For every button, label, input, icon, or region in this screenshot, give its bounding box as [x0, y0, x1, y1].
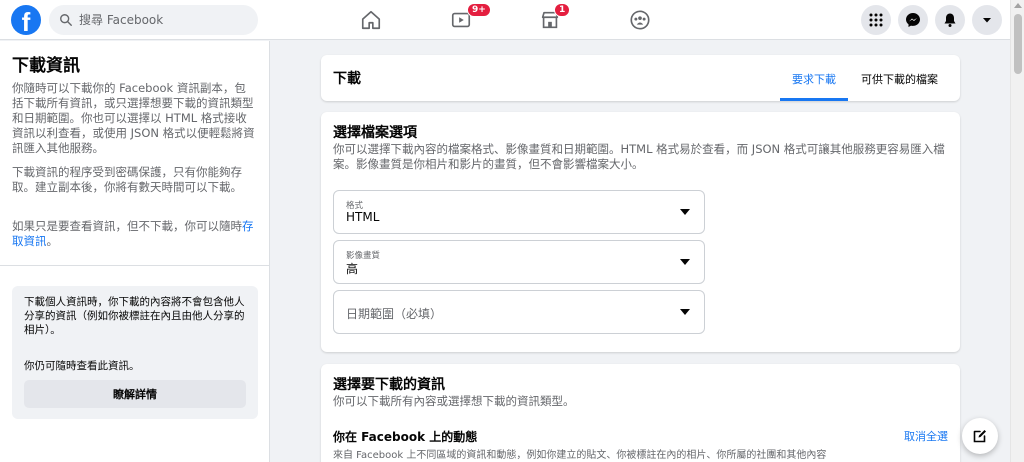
date-range-placeholder: 日期範圍（必填）: [346, 307, 443, 321]
messenger-icon: [906, 13, 920, 27]
sidebar-protection-text: 下載資訊的程序受到密碼保護，只有你能夠存取。建立副本後，你將有數天時間可以下載。: [12, 165, 242, 194]
caret-down-icon: [680, 309, 690, 315]
scroll-thumb[interactable]: [1014, 14, 1022, 74]
file-options-card: 選擇檔案選項 你可以選擇下載內容的檔案格式、影像畫質和日期範圍。HTML 格式易…: [321, 112, 960, 352]
info-box: 下載個人資訊時，你下載的內容將不會包含他人分享的資訊（例如你被標註在內且由他人分…: [12, 286, 258, 419]
notifications-button[interactable]: [935, 5, 965, 35]
search-icon: [60, 14, 72, 26]
select-info-card: 選擇要下載的資訊 你可以下載所有內容或選擇想下載的資訊類型。 你在 Facebo…: [321, 364, 960, 462]
menu-button[interactable]: [861, 5, 891, 35]
tab-available-files[interactable]: 可供下載的檔案: [861, 71, 938, 87]
search-bar[interactable]: [49, 5, 258, 35]
sidebar-title: 下載資訊: [12, 56, 80, 76]
page-title: 下載: [333, 71, 361, 87]
marketplace-badge: 1: [554, 3, 571, 17]
scroll-up-arrow-icon[interactable]: [1014, 3, 1022, 8]
nav-groups[interactable]: [610, 0, 670, 40]
new-message-button[interactable]: [962, 418, 998, 454]
sidebar-view-text: 如果只是要查看資訊，但不下載，你可以隨時存取資訊。: [12, 219, 257, 249]
active-tab-indicator: [780, 98, 848, 101]
image-quality-select[interactable]: 影像畫質 高: [333, 240, 705, 284]
tab-request-download[interactable]: 要求下載: [792, 71, 836, 87]
download-header-card: 下載 要求下載 可供下載的檔案: [321, 55, 960, 101]
facebook-logo[interactable]: f: [11, 5, 41, 35]
select-info-description: 你可以下載所有內容或選擇想下載的資訊類型。: [333, 394, 575, 408]
activity-section-description: 來自 Facebook 上不同區域的資訊和動態，例如你建立的貼文、你被標註在內的…: [333, 450, 827, 461]
search-input[interactable]: [79, 13, 239, 27]
info-box-text: 下載個人資訊時，你下載的內容將不會包含他人分享的資訊（例如你被標註在內且由他人分…: [24, 296, 245, 336]
chevron-down-icon: [983, 18, 991, 23]
nav-home[interactable]: [341, 0, 401, 40]
sidebar-view-prefix: 如果只是要查看資訊，但不下載，你可以隨時: [12, 219, 242, 233]
info-box-note: 你仍可隨時查看此資訊。: [24, 360, 140, 372]
groups-icon: [630, 10, 650, 30]
bell-icon: [944, 13, 956, 27]
format-value: HTML: [346, 210, 380, 224]
messenger-button[interactable]: [898, 5, 928, 35]
nav-marketplace[interactable]: 1: [520, 0, 580, 40]
account-button[interactable]: [972, 5, 1002, 35]
home-icon: [361, 10, 381, 30]
file-options-description: 你可以選擇下載內容的檔案格式、影像畫質和日期範圍。HTML 格式易於查看，而 J…: [333, 142, 945, 171]
top-navigation-bar: f 9+ 1: [0, 0, 1010, 40]
select-info-title: 選擇要下載的資訊: [333, 377, 445, 393]
page-scrollbar[interactable]: [1010, 0, 1024, 462]
nav-watch[interactable]: 9+: [431, 0, 491, 40]
file-options-title: 選擇檔案選項: [333, 125, 417, 141]
image-quality-value: 高: [346, 262, 359, 276]
sidebar-intro: 你隨時可以下載你的 Facebook 資訊副本，包括下載所有資訊，或只選擇想要下…: [12, 81, 255, 155]
left-sidebar: 下載資訊 你隨時可以下載你的 Facebook 資訊副本，包括下載所有資訊，或只…: [0, 41, 270, 462]
sidebar-divider: [0, 265, 270, 266]
date-range-select[interactable]: 日期範圍（必填）: [333, 290, 705, 334]
sidebar-view-suffix: 。: [46, 234, 59, 248]
format-select[interactable]: 格式 HTML: [333, 190, 705, 234]
caret-down-icon: [680, 209, 690, 215]
deselect-all-link[interactable]: 取消全選: [904, 428, 948, 444]
learn-more-button[interactable]: 瞭解詳情: [24, 380, 246, 408]
compose-icon: [973, 430, 986, 443]
menu-grid-icon: [869, 13, 883, 27]
watch-badge: 9+: [467, 3, 491, 17]
activity-section-title: 你在 Facebook 上的動態: [333, 430, 478, 444]
caret-down-icon: [680, 259, 690, 265]
